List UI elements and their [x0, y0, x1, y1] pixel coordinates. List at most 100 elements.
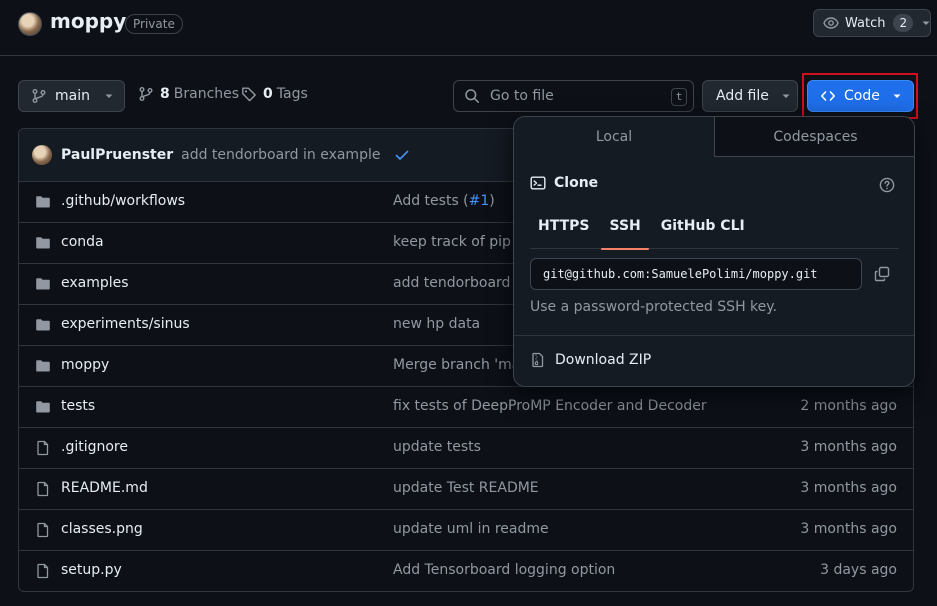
tab-local[interactable]: Local	[514, 117, 715, 157]
owner-avatar[interactable]	[18, 12, 42, 36]
file-name[interactable]: moppy	[61, 357, 109, 373]
file-commit-message[interactable]: update uml in readme	[393, 521, 549, 537]
commit-message-text: fix tests of DeepProMP Encoder and Decod…	[393, 398, 707, 414]
commit-message-text: keep track of pip fi	[393, 234, 525, 250]
file-commit-message[interactable]: keep track of pip fi	[393, 234, 524, 250]
code-dropdown: Local Codespaces Clone HTTPS SSH GitHub …	[513, 116, 915, 387]
file-name[interactable]: .github/workflows	[61, 193, 185, 209]
watch-button[interactable]: Watch 2	[813, 9, 931, 37]
add-file-button[interactable]: Add file	[702, 80, 798, 112]
tab-https[interactable]: HTTPS	[530, 209, 597, 249]
dropdown-tabs: Local Codespaces	[514, 117, 914, 157]
commit-message[interactable]: add tendorboard in example	[181, 147, 380, 163]
file-commit-message[interactable]: new hp data	[393, 316, 480, 332]
download-zip-button[interactable]: Download ZIP	[530, 352, 651, 368]
file-row[interactable]: classes.png update uml in readme 3 months …	[19, 510, 913, 551]
divider	[514, 335, 914, 336]
file-commit-message[interactable]: fix tests of DeepProMP Encoder and Decod…	[393, 398, 707, 414]
download-zip-label: Download ZIP	[555, 352, 652, 368]
eye-icon	[823, 15, 839, 31]
clone-title: Clone	[554, 175, 599, 191]
folder-icon	[35, 317, 51, 333]
branch-select-button[interactable]: main	[18, 80, 125, 112]
check-icon[interactable]	[394, 147, 410, 163]
search-icon	[464, 88, 480, 104]
file-commit-time: 3 months ago	[800, 480, 897, 496]
protocol-tabs: HTTPS SSH GitHub CLI	[530, 209, 899, 250]
tags-count: 0	[263, 86, 273, 102]
file-row[interactable]: .gitignore update tests 3 months ago	[19, 428, 913, 469]
file-name[interactable]: README.md	[61, 480, 148, 496]
terminal-icon	[530, 175, 546, 191]
highlight-annotation-box	[802, 73, 918, 119]
commit-message-text: update tests	[393, 439, 481, 455]
file-name[interactable]: examples	[61, 275, 129, 291]
add-file-label: Add file	[716, 88, 769, 104]
tag-icon	[241, 86, 257, 102]
file-commit-message[interactable]: Add Tensorboard logging option	[393, 562, 615, 578]
file-name[interactable]: tests	[61, 398, 95, 414]
tab-github-cli[interactable]: GitHub CLI	[653, 209, 753, 249]
file-commit-time: 3 months ago	[800, 439, 897, 455]
file-zip-icon	[530, 352, 546, 368]
file-icon	[35, 440, 51, 456]
file-name[interactable]: classes.png	[61, 521, 143, 537]
branches-count: 8	[160, 86, 170, 102]
commit-message-text: Add tests (	[393, 193, 469, 209]
file-row[interactable]: tests fix tests of DeepProMP Encoder and …	[19, 387, 913, 428]
file-icon	[35, 481, 51, 497]
file-commit-message[interactable]: Merge branch 'ma	[393, 357, 520, 373]
branches-link[interactable]: 8 Branches	[138, 86, 239, 102]
git-branch-icon	[138, 86, 154, 102]
commit-author[interactable]: PaulPruenster	[61, 147, 173, 163]
chevron-down-icon	[781, 91, 791, 101]
folder-icon	[35, 358, 51, 374]
question-icon[interactable]	[879, 177, 895, 193]
file-commit-message[interactable]: update tests	[393, 439, 481, 455]
commit-message-text: new hp data	[393, 316, 481, 332]
branch-name: main	[55, 88, 90, 104]
chevron-down-icon[interactable]	[921, 18, 931, 28]
watch-label: Watch	[845, 15, 886, 31]
commit-message-text: update uml in readme	[393, 521, 549, 537]
file-row[interactable]: setup.py Add Tensorboard logging option 3 …	[19, 551, 913, 591]
file-icon	[35, 563, 51, 579]
file-commit-message[interactable]: add tendorboard i	[393, 275, 519, 291]
repo-header: moppy Private Watch 2	[0, 0, 937, 56]
visibility-badge: Private	[125, 14, 183, 34]
tab-ssh[interactable]: SSH	[601, 209, 650, 250]
pull-request-link[interactable]: #1	[469, 193, 490, 209]
clone-url-input[interactable]: git@github.com:SamuelePolimi/moppy.git	[530, 258, 862, 290]
file-commit-message[interactable]: update Test README	[393, 480, 539, 496]
go-to-file-placeholder: Go to file	[490, 88, 554, 104]
commit-message-text: update Test README	[393, 480, 539, 496]
file-commit-message[interactable]: Add tests (#1)	[393, 193, 495, 209]
file-commit-time: 2 months ago	[800, 398, 897, 414]
keyboard-shortcut-hint: t	[671, 88, 687, 106]
go-to-file-input[interactable]: Go to file t	[453, 80, 694, 112]
commit-message-text: Add Tensorboard logging option	[393, 562, 616, 578]
author-avatar[interactable]	[32, 145, 52, 165]
file-commit-time: 3 months ago	[800, 521, 897, 537]
git-branch-icon	[31, 88, 47, 104]
file-icon	[35, 522, 51, 538]
watch-count: 2	[893, 14, 914, 32]
folder-icon	[35, 399, 51, 415]
folder-icon	[35, 235, 51, 251]
commit-message-text: Merge branch 'ma	[393, 357, 521, 373]
branches-label: Branches	[173, 86, 240, 102]
folder-icon	[35, 276, 51, 292]
file-row[interactable]: README.md update Test README 3 months ago	[19, 469, 913, 510]
file-commit-time: 3 days ago	[820, 562, 897, 578]
chevron-down-icon	[104, 91, 114, 101]
file-name[interactable]: .gitignore	[61, 439, 128, 455]
tab-codespaces[interactable]: Codespaces	[715, 117, 914, 157]
commit-message-suffix: )	[489, 193, 495, 209]
copy-icon[interactable]	[874, 266, 890, 282]
file-name[interactable]: experiments/sinus	[61, 316, 190, 332]
tags-label: Tags	[276, 86, 308, 102]
repo-name[interactable]: moppy	[50, 9, 126, 33]
file-name[interactable]: conda	[61, 234, 104, 250]
file-name[interactable]: setup.py	[61, 562, 122, 578]
tags-link[interactable]: 0 Tags	[241, 86, 308, 102]
